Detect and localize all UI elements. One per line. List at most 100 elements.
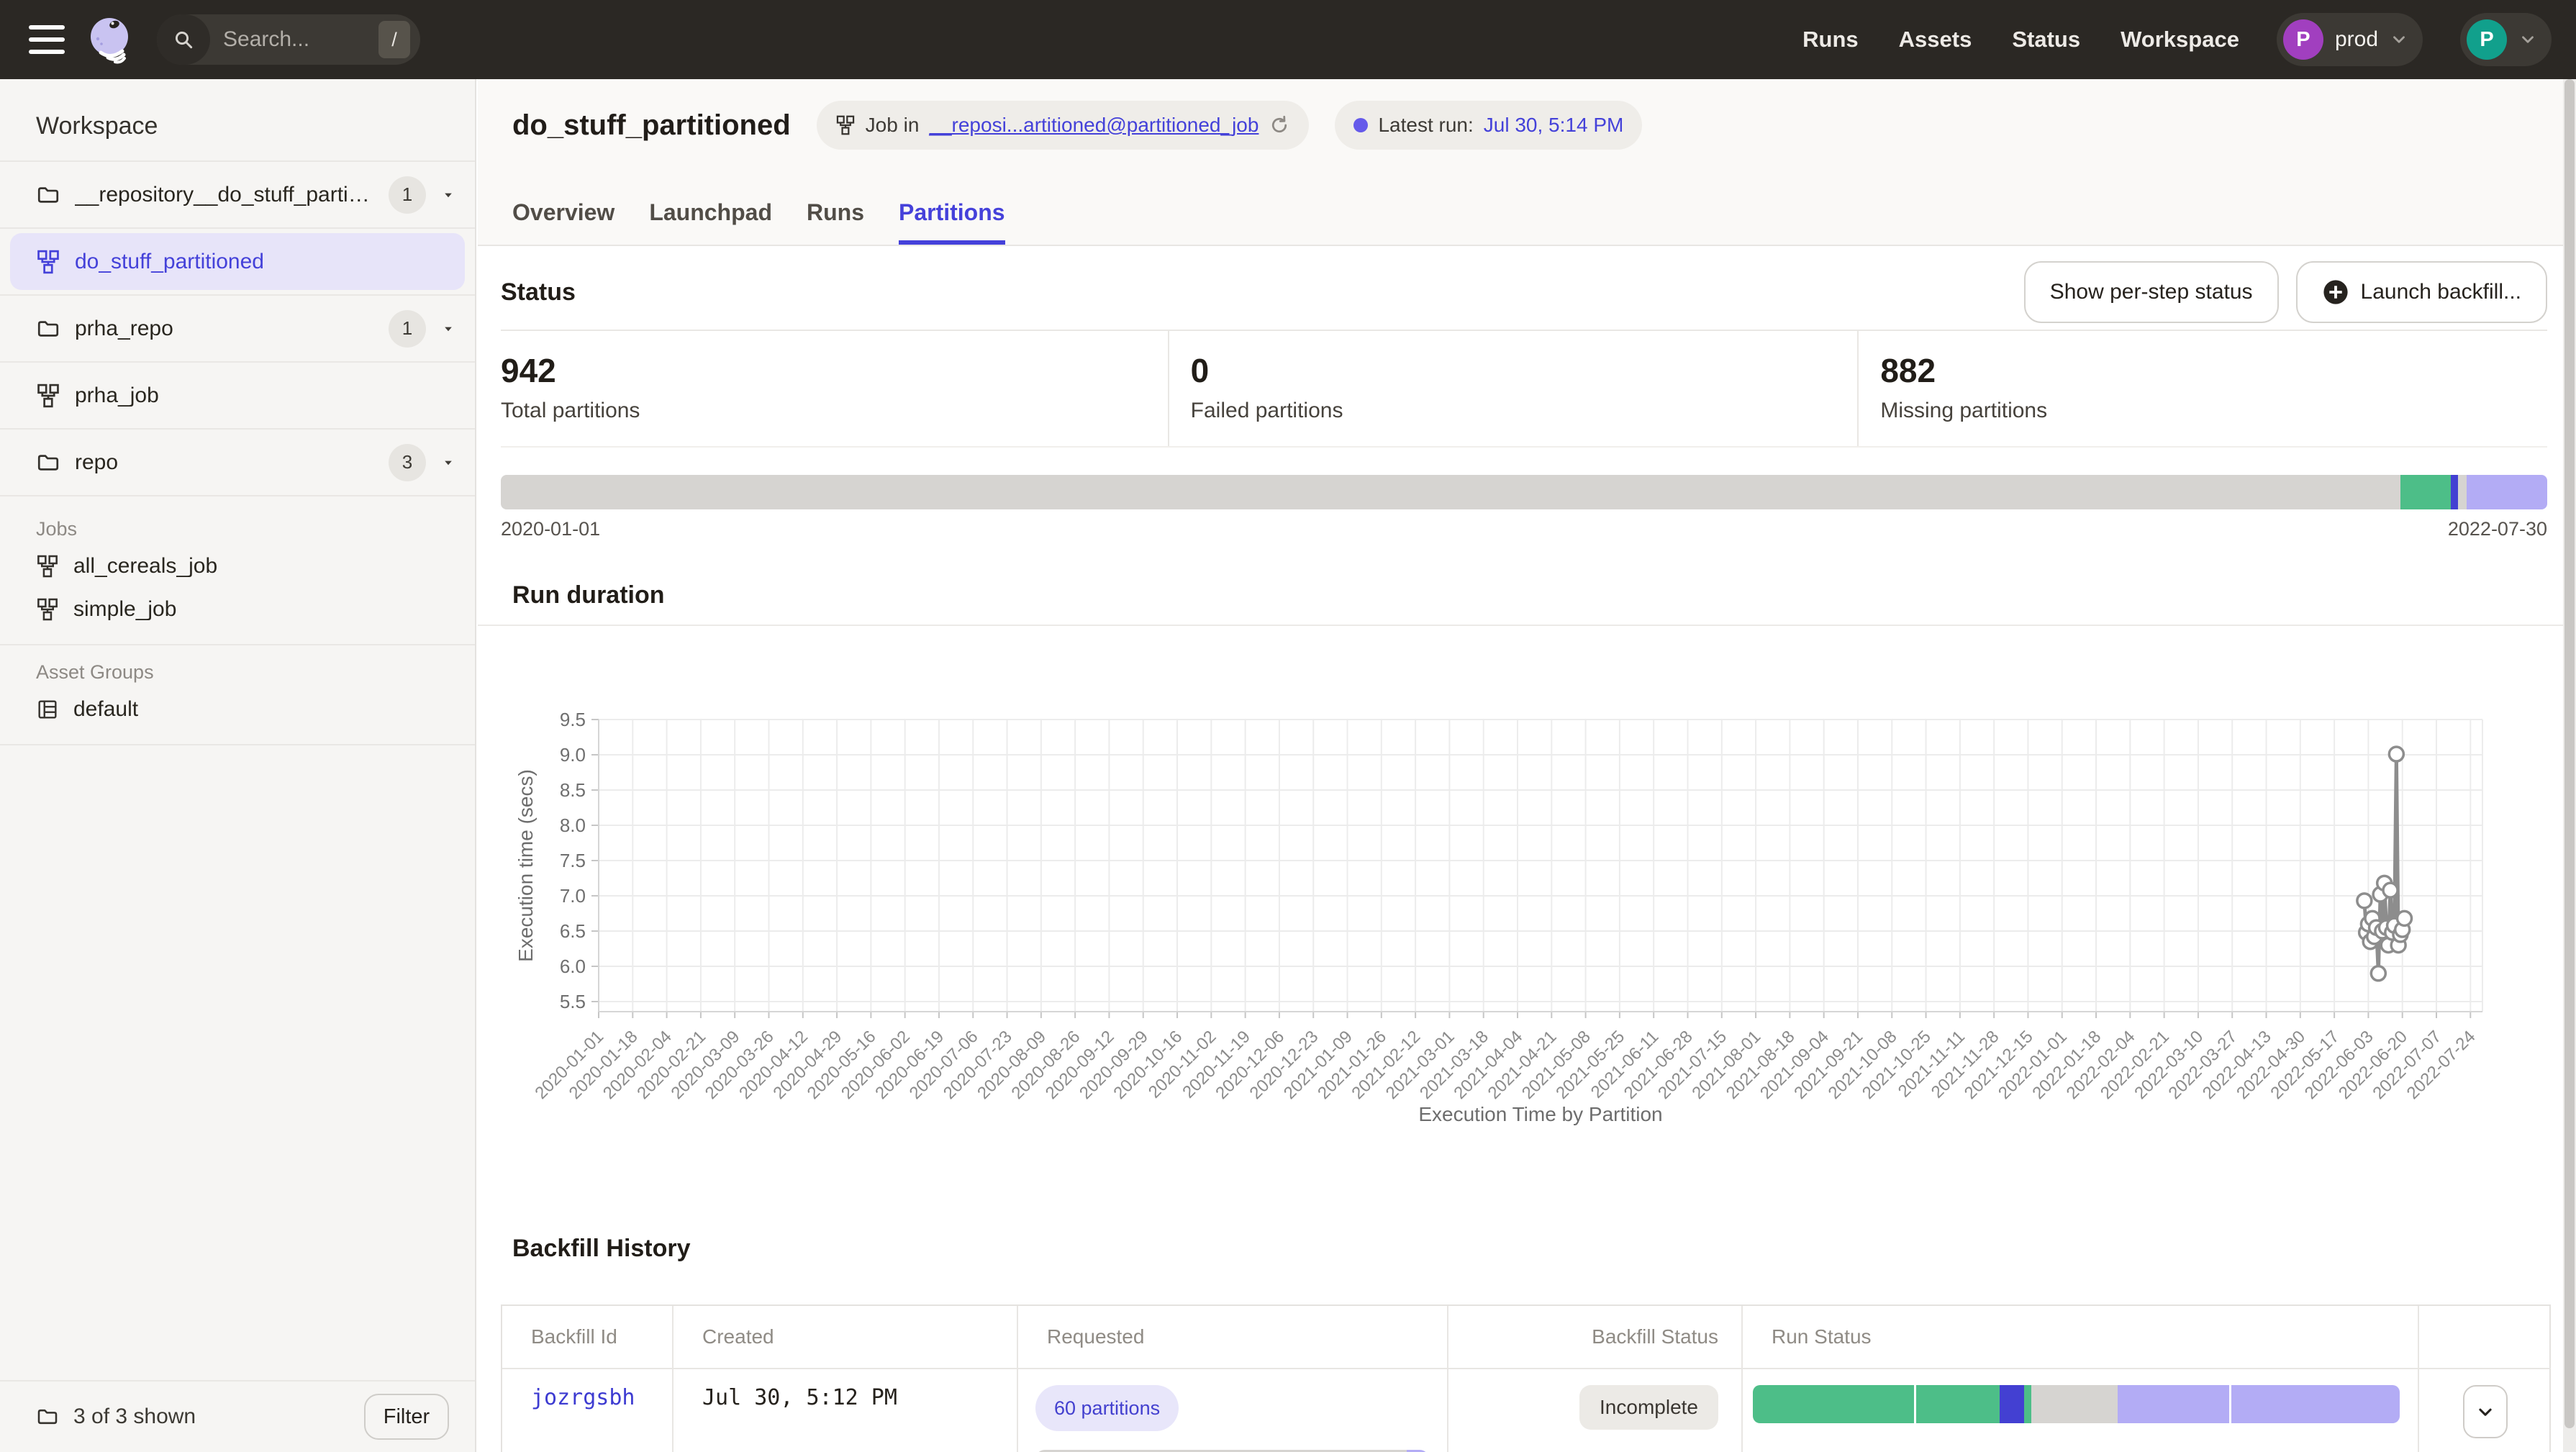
reload-icon[interactable]	[1269, 114, 1290, 136]
column-header-run-status: Run Status	[1743, 1306, 2419, 1369]
plus-circle-icon	[2322, 278, 2349, 306]
nav-link-status[interactable]: Status	[2012, 27, 2080, 53]
range-start: 2020-01-01	[501, 518, 600, 540]
search-shortcut-key: /	[378, 21, 410, 58]
column-header-requested: Requested	[1018, 1306, 1448, 1369]
sidebar-item-label: default	[73, 697, 138, 722]
chevron-down-icon[interactable]	[440, 189, 456, 201]
svg-text:5.5: 5.5	[560, 991, 586, 1012]
count-badge: 1	[389, 176, 426, 214]
chevron-down-icon[interactable]	[440, 457, 456, 468]
hamburger-menu-icon[interactable]	[29, 25, 65, 54]
repo-list: __repository__do_stuff_partitio... 1 do_…	[0, 160, 475, 496]
svg-text:6.5: 6.5	[560, 920, 586, 942]
nav-link-workspace[interactable]: Workspace	[2121, 27, 2239, 53]
svg-text:6.0: 6.0	[560, 956, 586, 977]
sidebar-item-default-group[interactable]: default	[0, 688, 475, 731]
sidebar-item-label: all_cereals_job	[73, 554, 217, 578]
run-duration-section: Run duration 5.56.06.57.07.58.08.59.09.5…	[501, 576, 2547, 609]
deployment-name: prod	[2335, 27, 2378, 52]
requested-partitions-badge[interactable]: 60 partitions	[1035, 1385, 1179, 1431]
svg-text:8.5: 8.5	[560, 779, 586, 801]
user-menu[interactable]: P	[2460, 13, 2552, 66]
search-icon	[157, 14, 210, 65]
job-origin-link[interactable]: __reposi...artitioned@partitioned_job	[929, 114, 1258, 137]
main-content: do_stuff_partitioned Job in __reposi...a…	[478, 79, 2576, 1452]
chevron-down-icon	[2518, 30, 2537, 49]
column-header-backfill-status: Backfill Status	[1448, 1306, 1743, 1369]
svg-text:9.5: 9.5	[560, 709, 586, 730]
partition-status-section: Status Show per-step status Launch backf…	[501, 258, 2547, 540]
job-icon	[36, 555, 59, 578]
sidebar-item-label: prha_job	[75, 384, 456, 408]
sidebar-title: Workspace	[0, 79, 475, 140]
chevron-down-icon[interactable]	[440, 323, 456, 335]
top-nav: Search... / Runs Assets Status Workspace…	[0, 0, 2576, 79]
sidebar-item-label: simple_job	[73, 597, 176, 622]
sidebar-item-prha-job[interactable]: prha_job	[0, 363, 475, 430]
launch-backfill-label: Launch backfill...	[2361, 280, 2521, 304]
count-badge: 1	[389, 310, 426, 348]
scrollbar[interactable]	[2563, 79, 2576, 1452]
asset-groups-section-label: Asset Groups	[0, 661, 475, 684]
chevron-down-icon	[2473, 1399, 2498, 1424]
status-heading: Status	[501, 278, 576, 307]
sidebar-item-repository[interactable]: __repository__do_stuff_partitio... 1	[0, 162, 475, 229]
sidebar-item-simple-job[interactable]: simple_job	[0, 588, 475, 631]
launch-backfill-button[interactable]: Launch backfill...	[2296, 261, 2547, 323]
column-header-created: Created	[674, 1306, 1018, 1369]
sidebar-item-label: repo	[75, 450, 374, 475]
folder-icon	[36, 317, 60, 341]
deployment-switcher[interactable]: P prod	[2277, 13, 2423, 66]
stat-label: Failed partitions	[1191, 399, 1858, 423]
backfill-status-badge: Incomplete	[1579, 1385, 1718, 1430]
tab-partitions[interactable]: Partitions	[899, 199, 1005, 245]
divider	[0, 644, 475, 645]
user-avatar: P	[2467, 19, 2507, 60]
nav-left-cluster: Search... /	[29, 14, 420, 65]
latest-run-link[interactable]: Jul 30, 5:14 PM	[1484, 114, 1624, 137]
nav-link-runs[interactable]: Runs	[1802, 27, 1859, 53]
svg-text:Execution Time by Partition: Execution Time by Partition	[1418, 1103, 1662, 1125]
sidebar-item-label: prha_repo	[75, 317, 374, 341]
sidebar-item-repo[interactable]: repo 3	[0, 430, 475, 496]
filter-button[interactable]: Filter	[364, 1394, 449, 1440]
dagster-logo-icon[interactable]	[86, 15, 135, 64]
job-origin-badge: Job in __reposi...artitioned@partitioned…	[817, 101, 1310, 150]
stat-failed-partitions: 0 Failed partitions	[1169, 331, 1859, 446]
run-status-cell	[1743, 1369, 2419, 1452]
backfill-status-cell: Incomplete	[1448, 1369, 1743, 1452]
divider	[0, 744, 475, 745]
svg-text:7.5: 7.5	[560, 850, 586, 871]
partition-stats: 942 Total partitions 0 Failed partitions…	[501, 330, 2547, 448]
svg-text:7.0: 7.0	[560, 885, 586, 907]
deployment-avatar: P	[2283, 19, 2323, 60]
tab-launchpad[interactable]: Launchpad	[649, 199, 772, 245]
search-input[interactable]: Search... /	[157, 14, 420, 65]
tab-bar: Overview Launchpad Runs Partitions	[512, 199, 1005, 245]
backfill-id-link[interactable]: jozrgsbh	[502, 1369, 674, 1452]
execution-time-chart[interactable]: 5.56.06.57.07.58.08.59.09.52020-01-01202…	[501, 642, 2549, 1145]
tab-runs[interactable]: Runs	[807, 199, 864, 245]
app-window: Search... / Runs Assets Status Workspace…	[0, 0, 2576, 1452]
partition-bar-range: 2020-01-01 2022-07-30	[501, 518, 2547, 540]
run-status-bar[interactable]	[1753, 1385, 2400, 1423]
jobs-section-label: Jobs	[0, 518, 475, 540]
sidebar-item-do-stuff-partitioned[interactable]: do_stuff_partitioned	[0, 229, 475, 296]
sidebar-item-all-cereals-job[interactable]: all_cereals_job	[0, 545, 475, 588]
show-per-step-status-button[interactable]: Show per-step status	[2024, 261, 2279, 323]
job-icon	[36, 384, 60, 408]
column-header-expand	[2419, 1306, 2551, 1369]
page-header: do_stuff_partitioned Job in __reposi...a…	[478, 79, 2576, 246]
stat-value: 882	[1880, 351, 2547, 390]
sidebar-item-label: __repository__do_stuff_partitio...	[75, 183, 374, 207]
tab-overview[interactable]: Overview	[512, 199, 614, 245]
title-row: do_stuff_partitioned Job in __reposi...a…	[512, 101, 1642, 150]
expand-row-button[interactable]	[2463, 1385, 2508, 1438]
nav-link-assets[interactable]: Assets	[1899, 27, 1972, 53]
partition-status-bar[interactable]	[501, 475, 2547, 509]
sidebar-item-prha-repo[interactable]: prha_repo 1	[0, 296, 475, 363]
scrollbar-thumb[interactable]	[2564, 79, 2575, 1428]
stat-value: 942	[501, 351, 1168, 390]
backfill-requested-cell: 60 partitions 2020-01-01 2022-07-30	[1018, 1369, 1448, 1452]
